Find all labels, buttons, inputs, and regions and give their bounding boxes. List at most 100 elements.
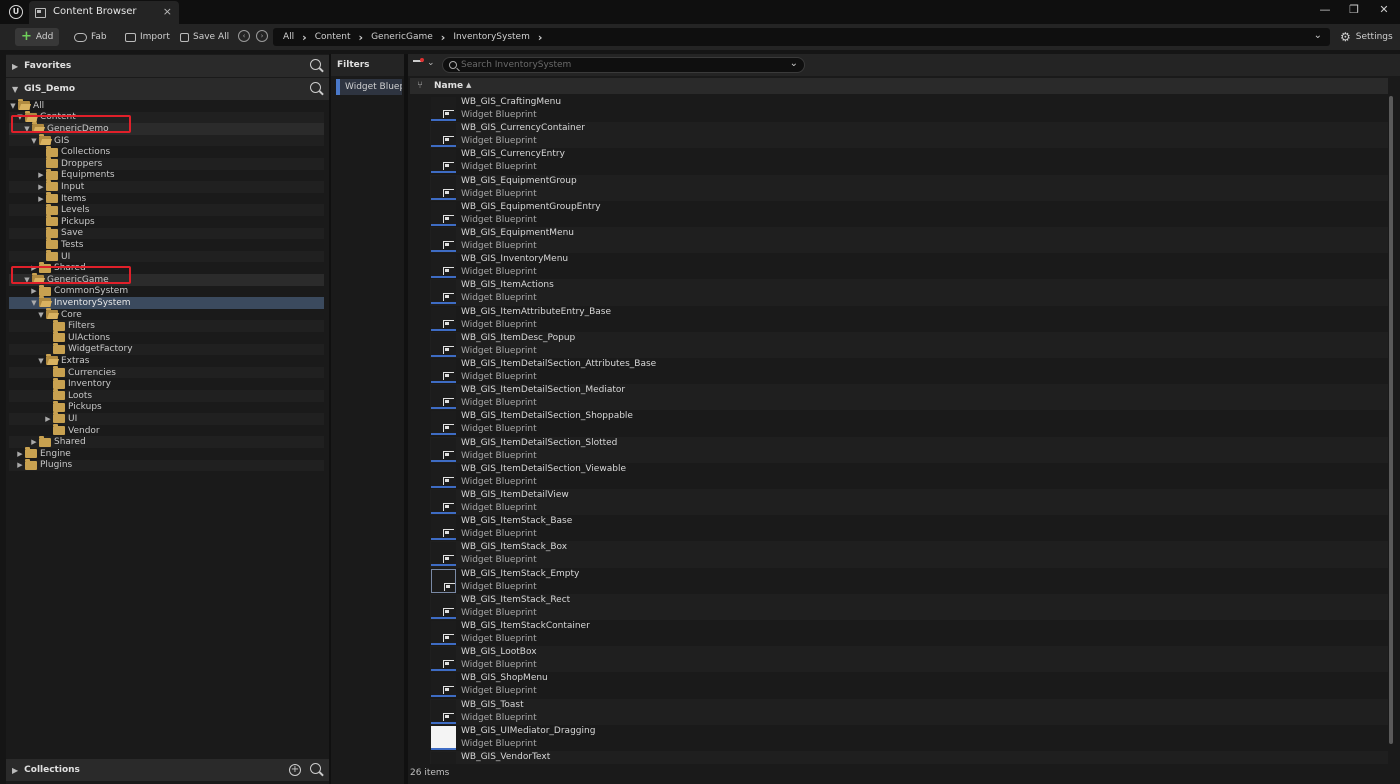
widget-blueprint-thumbnail[interactable] [431,725,456,750]
tree-item-commonsystem[interactable]: ▶ CommonSystem [9,284,324,298]
chevron-right-icon[interactable]: ▶ [16,461,24,469]
asset-row[interactable]: WB_GIS_Toast Widget Blueprint [430,698,1388,725]
tree-item-droppers[interactable]: Droppers [9,157,324,170]
unreal-logo-icon[interactable]: U [9,5,23,19]
back-button[interactable]: ‹ [238,30,250,42]
tree-item-extras[interactable]: ▼ Extras [9,354,324,367]
chevron-down-icon[interactable]: ▼ [9,102,17,110]
breadcrumb-item-content[interactable]: Content [315,32,351,42]
project-header[interactable]: ▼ GIS_Demo [6,78,329,100]
tree-item-tests[interactable]: Tests [9,238,324,251]
add-button[interactable]: + Add [15,28,60,46]
filter-icon[interactable] [413,58,424,68]
settings-button[interactable]: ⚙ Settings [1340,28,1393,46]
minimize-icon[interactable]: — [1315,2,1335,18]
asset-row[interactable]: WB_GIS_ItemStack_Empty Widget Blueprint [430,568,1388,594]
chevron-right-icon[interactable]: ▶ [37,171,45,179]
asset-row[interactable]: WB_GIS_ItemStack_Base Widget Blueprint [430,515,1388,541]
chevron-right-icon[interactable]: ▶ [44,415,52,423]
widget-blueprint-thumbnail[interactable] [431,568,456,593]
asset-row[interactable]: WB_GIS_EquipmentMenu Widget Blueprint [430,227,1388,254]
breadcrumb-item-inventorysystem[interactable]: InventorySystem [453,32,530,42]
breadcrumb-item-genericgame[interactable]: GenericGame [371,32,433,42]
widget-blueprint-thumbnail[interactable] [431,752,456,764]
tree-item-equipments[interactable]: ▶ Equipments [9,168,324,182]
sort-ascending-icon[interactable]: ▲ [466,81,471,89]
widget-blueprint-thumbnail[interactable] [431,621,456,645]
fab-button[interactable]: Fab [68,28,113,46]
import-button[interactable]: Import [119,28,176,46]
asset-row[interactable]: WB_GIS_CurrencyContainer Widget Blueprint [430,122,1388,149]
widget-blueprint-thumbnail[interactable] [431,542,456,567]
widget-blueprint-thumbnail[interactable] [431,594,456,619]
tree-item-pickups[interactable]: Pickups [9,215,324,228]
asset-row[interactable]: WB_GIS_ItemDetailSection_Attributes_Base… [430,358,1388,384]
chevron-down-icon[interactable]: ⌄ [1314,30,1322,41]
chevron-right-icon[interactable]: ▶ [12,766,18,775]
tree-item-inventory[interactable]: Inventory [9,377,324,390]
asset-row[interactable]: WB_GIS_ItemDesc_Popup Widget Blueprint [430,331,1388,358]
widget-blueprint-thumbnail[interactable] [431,201,456,226]
widget-blueprint-thumbnail[interactable] [431,647,456,672]
asset-row[interactable]: WB_GIS_ItemDetailSection_Viewable Widget … [430,463,1388,489]
chevron-right-icon[interactable]: › [538,31,543,44]
asset-row[interactable]: WB_GIS_UIMediator_Dragging Widget Bluepri… [430,725,1388,751]
widget-blueprint-thumbnail[interactable] [431,359,456,383]
widget-blueprint-thumbnail[interactable] [431,332,456,357]
search-box[interactable]: ⌄ [442,57,805,73]
widget-blueprint-thumbnail[interactable] [431,699,456,724]
search-icon[interactable] [310,763,321,774]
chevron-down-icon[interactable]: ▼ [12,85,18,94]
asset-row[interactable]: WB_GIS_VendorTextWidget Blueprint [430,751,1388,764]
tree-item-all[interactable]: ▼ All [9,99,324,112]
asset-row[interactable]: WB_GIS_ItemActions Widget Blueprint [430,279,1388,306]
chevron-down-icon[interactable]: ▼ [37,311,45,319]
widget-blueprint-thumbnail[interactable] [431,280,456,305]
window-close-icon[interactable]: ✕ [1374,2,1394,18]
tree-item-ui[interactable]: UI [9,250,324,263]
widget-blueprint-thumbnail[interactable] [431,123,456,148]
chevron-down-icon[interactable]: ⌄ [790,58,798,69]
asset-row[interactable]: WB_GIS_ItemAttributeEntry_Base Widget Blu… [430,306,1388,332]
asset-row[interactable]: WB_GIS_EquipmentGroup Widget Blueprint [430,174,1388,201]
asset-row[interactable]: WB_GIS_ItemStack_Rect Widget Blueprint [430,593,1388,620]
breadcrumb-item-all[interactable]: All [283,32,294,42]
tree-item-inventorysystem[interactable]: ▼ InventorySystem [9,296,324,309]
chevron-right-icon[interactable]: › [441,31,446,44]
tree-item-currencies[interactable]: Currencies [9,366,324,379]
widget-blueprint-thumbnail[interactable] [431,228,456,252]
chevron-right-icon[interactable]: ▶ [12,62,18,71]
asset-row[interactable]: WB_GIS_ItemDetailSection_Mediator Widget … [430,384,1388,411]
asset-row[interactable]: WB_GIS_EquipmentGroupEntry Widget Bluepri… [430,201,1388,227]
widget-blueprint-thumbnail[interactable] [431,175,456,200]
widget-blueprint-thumbnail[interactable] [431,149,456,174]
close-icon[interactable]: × [163,5,172,18]
chevron-right-icon[interactable]: ▶ [30,438,38,446]
add-collection-icon[interactable]: + [289,764,301,776]
forward-button[interactable]: › [256,30,268,42]
chevron-right-icon[interactable]: › [302,31,307,44]
tree-item-ui[interactable]: ▶ UI [9,412,324,425]
asset-row[interactable]: WB_GIS_ItemStack_Box Widget Blueprint [430,541,1388,568]
tree-item-items[interactable]: ▶ Items [9,192,324,205]
asset-row[interactable]: WB_GIS_ItemDetailView Widget Blueprint [430,489,1388,516]
tree-item-engine[interactable]: ▶ Engine [9,447,324,460]
chevron-right-icon[interactable]: ▶ [37,183,45,191]
widget-blueprint-thumbnail[interactable] [431,673,456,698]
asset-row[interactable]: WB_GIS_InventoryMenu Widget Blueprint [430,253,1388,279]
asset-row[interactable]: WB_GIS_ItemDetailSection_Shoppable Widget… [430,410,1388,436]
chevron-right-icon[interactable]: › [359,31,364,44]
chevron-down-icon[interactable]: ▼ [30,137,38,145]
widget-blueprint-thumbnail[interactable] [431,254,456,279]
chevron-down-icon[interactable]: ▼ [30,299,38,307]
collections-header[interactable]: ▶ Collections + [6,759,329,781]
branch-icon[interactable]: ⑂ [417,80,423,91]
asset-row[interactable]: WB_GIS_ItemStackContainer Widget Blueprin… [430,620,1388,646]
tree-item-plugins[interactable]: ▶ Plugins [9,458,324,472]
widget-blueprint-thumbnail[interactable] [431,437,456,462]
tree-item-uiactions[interactable]: UIActions [9,331,324,344]
restore-icon[interactable]: ❐ [1344,2,1364,18]
scrollbar[interactable] [1388,96,1394,746]
widget-blueprint-thumbnail[interactable] [431,516,456,541]
save-all-button[interactable]: Save All [174,28,235,46]
